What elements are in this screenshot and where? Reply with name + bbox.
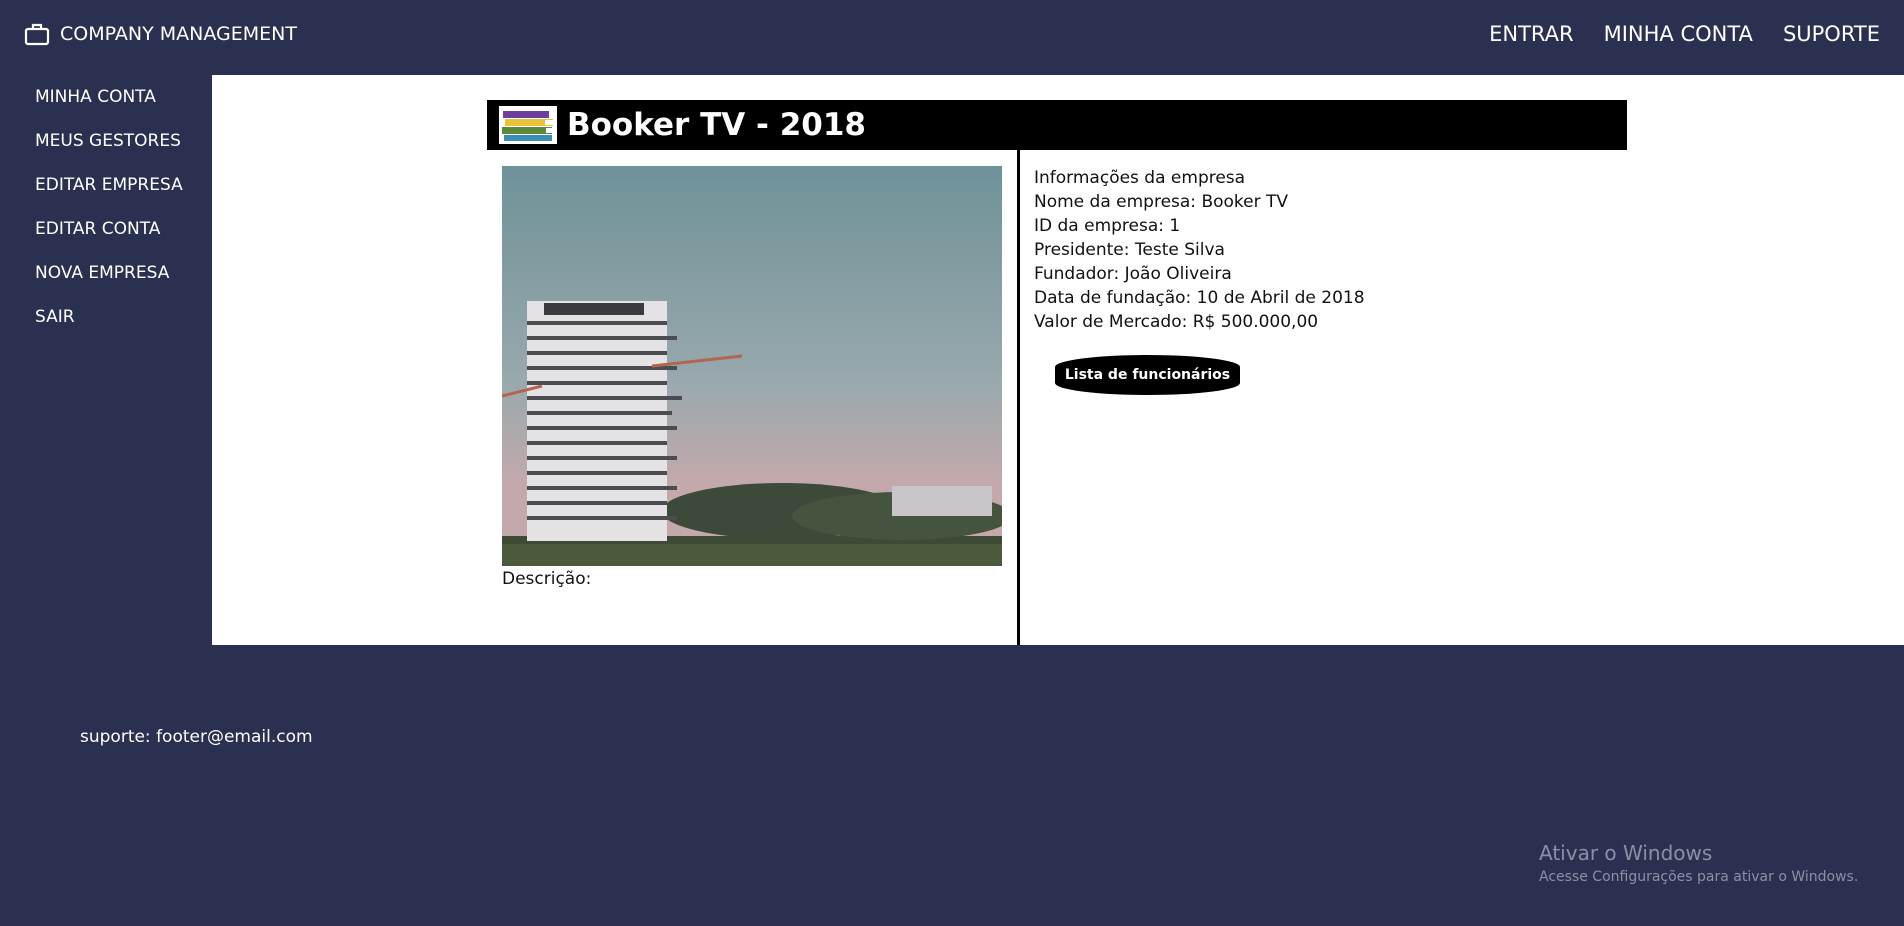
employee-list-button[interactable]: Lista de funcionários: [1055, 355, 1240, 395]
description-label: Descrição:: [502, 569, 592, 589]
company-photo: [502, 166, 1002, 566]
info-president: Presidente: Teste Silva: [1034, 240, 1225, 260]
footer-support: suporte: footer@email.com: [80, 727, 313, 747]
watermark-title: Ativar o Windows: [1539, 841, 1713, 865]
page-title: Booker TV - 2018: [567, 107, 866, 143]
nav-minha-conta[interactable]: MINHA CONTA: [1604, 22, 1753, 46]
brand-label: COMPANY MANAGEMENT: [60, 23, 297, 45]
windows-activation-watermark: Ativar o Windows Acesse Configurações pa…: [1539, 841, 1858, 885]
column-divider: [1017, 150, 1020, 645]
sidebar-item-minha-conta[interactable]: MINHA CONTA: [35, 75, 212, 119]
books-icon: [499, 106, 557, 144]
nav-suporte[interactable]: SUPORTE: [1783, 22, 1880, 46]
main-content: Booker TV - 2018 Descrição: Informações …: [212, 75, 1904, 645]
top-bar: COMPANY MANAGEMENT ENTRAR MINHA CONTA SU…: [0, 0, 1904, 75]
info-company-name: Nome da empresa: Booker TV: [1034, 192, 1289, 212]
sidebar-item-meus-gestores[interactable]: MEUS GESTORES: [35, 119, 212, 163]
sidebar-item-editar-empresa[interactable]: EDITAR EMPRESA: [35, 163, 212, 207]
briefcase-icon: [24, 23, 50, 46]
info-company-id: ID da empresa: 1: [1034, 216, 1181, 236]
brand[interactable]: COMPANY MANAGEMENT: [24, 22, 297, 46]
info-founding-date: Data de fundação: 10 de Abril de 2018: [1034, 288, 1365, 308]
info-founder: Fundador: João Oliveira: [1034, 264, 1232, 284]
nav-entrar[interactable]: ENTRAR: [1489, 22, 1574, 46]
sidebar-item-nova-empresa[interactable]: NOVA EMPRESA: [35, 251, 212, 295]
sidebar-item-sair[interactable]: SAIR: [35, 295, 212, 339]
info-market-value: Valor de Mercado: R$ 500.000,00: [1034, 312, 1319, 332]
top-nav: ENTRAR MINHA CONTA SUPORTE: [1489, 22, 1880, 46]
sidebar: MINHA CONTA MEUS GESTORES EDITAR EMPRESA…: [0, 75, 212, 645]
watermark-subtitle: Acesse Configurações para ativar o Windo…: [1539, 869, 1859, 885]
company-info: Informações da empresa Nome da empresa: …: [1034, 166, 1365, 334]
info-heading: Informações da empresa: [1034, 168, 1246, 188]
company-title-bar: Booker TV - 2018: [487, 100, 1627, 150]
sidebar-item-editar-conta[interactable]: EDITAR CONTA: [35, 207, 212, 251]
